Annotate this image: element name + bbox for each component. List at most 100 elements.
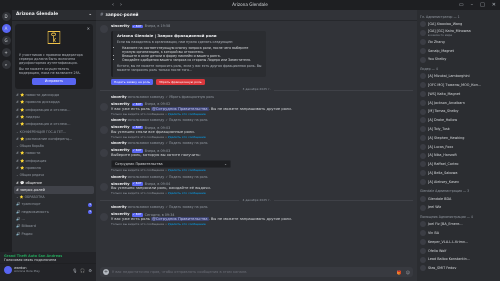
dismiss-link[interactable]: Удалить это сообщение [168, 168, 206, 172]
forward-arrow-icon[interactable]: › [120, 2, 122, 8]
channel-item[interactable]: # ⭐ инфорация [12, 157, 96, 164]
member-item[interactable]: [M] Tomas_Shelby [420, 107, 497, 116]
avatar[interactable] [100, 149, 108, 158]
member-name: [GA] Xiaoxiao_Wang [428, 22, 463, 27]
server-icon[interactable]: ⌕ [1, 60, 11, 69]
member-item[interactable]: Glendale BDA [420, 194, 497, 203]
server-icon[interactable]: G [1, 36, 11, 45]
channel-item[interactable]: 🔊 Радио [12, 230, 96, 237]
close-icon[interactable]: ✕ [492, 2, 496, 8]
avatar[interactable] [100, 25, 108, 33]
reply-preview[interactable]: sincerity использовал команду ✓ Убрать ф… [111, 95, 413, 99]
channel-item[interactable]: # ⭐ правила дискорда [12, 99, 96, 106]
member-item[interactable]: Ли Zhang [420, 38, 497, 47]
avatar[interactable] [100, 103, 108, 112]
request-role-button[interactable]: Подать заявку на роль [111, 79, 154, 86]
member-item[interactable]: [A] Mizukai_Lamborghini [420, 72, 497, 81]
channel-item[interactable]: # запрос-ролей [14, 186, 94, 194]
role-mention[interactable]: @Сотрудник Правительства [151, 217, 209, 222]
dismiss-link[interactable]: Удалить это сообщение [168, 112, 206, 116]
emoji-icon[interactable]: ☺ [406, 270, 410, 275]
gift-icon[interactable]: 🎁 [397, 270, 402, 275]
member-item[interactable]: [A] Toly_Tusk [420, 125, 497, 134]
member-item[interactable]: Sanalp_Magnet [420, 46, 497, 55]
embed-steps: Нажмите на соответствующую кнопку запрос… [122, 46, 262, 62]
author-name[interactable]: sincerity [111, 23, 130, 29]
dismiss-link[interactable]: Удалить это сообщение [168, 135, 206, 139]
channel-category[interactable]: ⌄ Общая борьба [12, 143, 96, 150]
channel-item[interactable]: 🔊 транспорт 1 [12, 201, 96, 208]
channel-item[interactable]: 🔊 недвижимость 1 [12, 208, 96, 215]
channel-label: 🔊 ... [16, 217, 25, 222]
reply-preview[interactable]: sincerity использовал команду ✓ Подать з… [111, 175, 413, 179]
member-item[interactable]: [A] Aleksey_Kasev [420, 178, 497, 187]
close-icon[interactable]: ✕ [87, 26, 90, 31]
current-user[interactable]: wardon Arizona Role Play 🎙 🎧 ⚙ [0, 264, 96, 276]
guild-header[interactable]: Arizona Glendale ⌄ [12, 10, 96, 21]
channel-category[interactable]: ⌄ Общая редача [12, 172, 96, 179]
back-arrow-icon[interactable]: ‹ [112, 2, 114, 8]
reply-preview[interactable]: sincerity использовал команду ✓ Подать з… [111, 141, 413, 145]
channel-list: # ⭐ новости дискорда # ⭐ правила дискорда… [12, 92, 96, 238]
avatar [420, 238, 426, 245]
channel-item[interactable]: # ⭐ новости дискорда [12, 92, 96, 99]
member-item[interactable]: [A] Nika_Harsroft [420, 151, 497, 160]
remove-role-button[interactable]: Убрать фракционную роль [156, 79, 205, 86]
channel-item[interactable]: # ⭐ лидеры [12, 113, 96, 120]
gear-icon[interactable]: ⚙ [88, 268, 92, 273]
channel-item[interactable]: 🔊 Bilboard [12, 223, 96, 230]
mic-icon[interactable]: 🎙 [72, 268, 77, 273]
member-item[interactable]: Vin BA [420, 229, 497, 238]
member-item[interactable]: [A] Stephen_Hawking [420, 134, 497, 143]
role-select[interactable]: Сотрудник Правительства ⌄ [111, 159, 231, 168]
message-composer[interactable]: + У вас недостаточно прав, чтобы отправл… [100, 267, 413, 277]
member-item[interactable]: [A] Bella_Sabowa [420, 169, 497, 178]
maximize-icon[interactable]: □ [480, 2, 485, 8]
member-item[interactable]: Jeel Wiz [420, 203, 497, 212]
member-item[interactable]: You Shelby [420, 55, 497, 64]
member-item[interactable]: Lead Balloo Konstantin... [420, 255, 497, 264]
dismiss-link[interactable]: Удалить это сообщение [168, 191, 206, 195]
member-item[interactable]: [A] Raffael_Corleo [420, 160, 497, 169]
channel-header: # запрос-ролей [96, 10, 417, 21]
member-item[interactable]: [GA] Xiaoxiao_Wang [420, 20, 497, 29]
member-item[interactable]: Ofelia Wolf [420, 246, 497, 255]
member-item[interactable]: [A] Lucas_Foxx [420, 142, 497, 151]
member-item[interactable]: [GA] [GC] Kairo_Minowaa в каком-то мире [420, 29, 497, 38]
channel-item[interactable]: # ⭐ правила [12, 165, 96, 172]
channel-label: ⌄ Общая редача [16, 173, 45, 178]
reply-preview[interactable]: sincerity использовал команду ✓ Подать з… [111, 205, 413, 209]
member-item[interactable]: [A] Drake_Hollow [420, 116, 497, 125]
member-item[interactable]: Keeper_VLA.L.L.Krimn... [420, 238, 497, 247]
member-item[interactable]: [WS] Kaito_Magnet [420, 90, 497, 99]
channel-item[interactable]: # ⭐ информация и отслеж... [12, 121, 96, 128]
channel-item[interactable]: # ⭐ информация и отслеж... [12, 106, 96, 113]
avatar[interactable] [100, 126, 108, 135]
channel-item[interactable]: # 💬 общение [12, 179, 96, 186]
avatar[interactable] [100, 213, 108, 222]
text-pre: Выберите роль, которую вы хотите получит… [111, 153, 201, 158]
plus-icon[interactable]: + [103, 269, 109, 275]
member-item[interactable]: [A] Jackson_Arcaibarn [420, 98, 497, 107]
fix-button[interactable]: Исправить [32, 77, 76, 85]
inbox-icon[interactable]: ▭ [459, 2, 464, 8]
avatar[interactable] [100, 182, 108, 191]
member-item[interactable]: Joel Fiz [BA_Emere... [420, 220, 497, 229]
channel-item[interactable]: # ⭐ расписание конференц... [12, 135, 96, 142]
member-item[interactable]: Stas_SMIT Fedov [420, 264, 497, 273]
server-icon[interactable]: A [1, 24, 11, 33]
headphones-icon[interactable]: 🎧 [80, 268, 85, 273]
reply-preview[interactable]: sincerity использовал команду ✓ Подать з… [111, 118, 413, 122]
server-icon[interactable]: D [1, 12, 11, 21]
dismiss-link[interactable]: Удалить это сообщение [168, 222, 206, 226]
minimize-icon[interactable]: – [471, 2, 474, 8]
member-name: Joel Fiz [BA_Emere... [428, 222, 463, 227]
channel-category[interactable]: ⌄ КОНФЕРЕНЦИЯ ГОС-А ГЕТ... [12, 128, 96, 135]
channel-label: # ⭐ инфорация [16, 158, 47, 163]
channel-item[interactable]: # ⭐ новости [12, 150, 96, 157]
role-mention[interactable]: @Сотрудник Правительства [151, 106, 209, 111]
channel-category[interactable]: ⌄ ⭐ ОБРАБОТКА [12, 194, 96, 201]
server-icon[interactable]: + [1, 48, 11, 57]
channel-item[interactable]: 🔊 ... [12, 216, 96, 223]
member-item[interactable]: [OFC MO] Тяжелы_МОО_Кон... [420, 81, 497, 90]
